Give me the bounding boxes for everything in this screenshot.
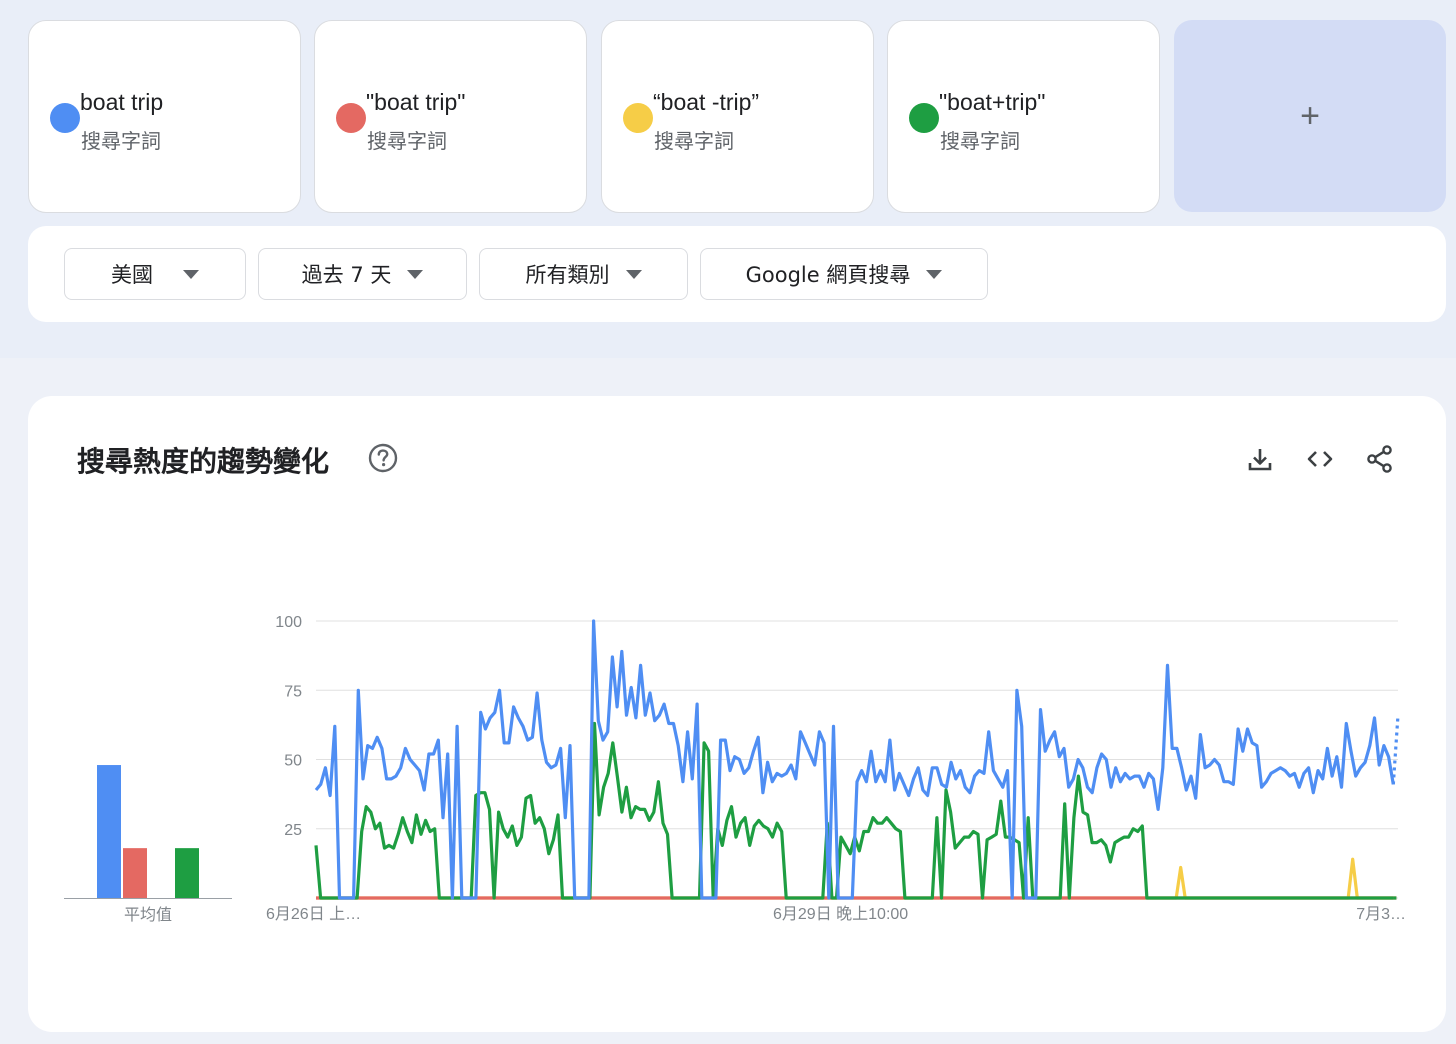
average-bar: [123, 848, 147, 898]
term-label: "boat+trip": [939, 89, 1046, 115]
term-type: 搜尋字詞: [367, 129, 447, 153]
y-axis-ticks: 100 75 50 25: [275, 614, 302, 839]
x-tick-label: 6月29日 晚上10:00: [773, 905, 908, 923]
region-dropdown[interactable]: 美國: [64, 248, 246, 300]
term-type: 搜尋字詞: [940, 129, 1020, 153]
term-type: 搜尋字詞: [654, 129, 734, 153]
caret-down-icon: [407, 269, 424, 279]
series-color-dot: [50, 103, 80, 133]
search-term-card-4[interactable]: "boat+trip" 搜尋字詞: [887, 20, 1160, 213]
region-value: 美國: [111, 263, 153, 287]
series-color-dot: [909, 103, 939, 133]
x-axis-ticks: 6月26日 上… 6月29日 晚上10:00 7月3…: [266, 905, 1406, 923]
search-term-card-3[interactable]: “boat -trip” 搜尋字詞: [601, 20, 874, 213]
series-color-dot: [623, 103, 653, 133]
caret-down-icon: [183, 269, 199, 279]
category-value: 所有類別: [525, 263, 610, 287]
average-bar-chart: 平均值: [64, 765, 232, 924]
term-label: “boat -trip”: [653, 89, 760, 115]
average-bar: [97, 765, 121, 898]
search-type-value: Google 網頁搜尋: [745, 263, 911, 287]
series-color-dot: [336, 103, 366, 133]
trend-chart: 100 75 50 25 平均值 6月26日 上… 6月29日 晚上10:00 7月3…: [64, 614, 1406, 924]
average-label: 平均值: [124, 906, 172, 924]
search-term-card-2[interactable]: "boat trip" 搜尋字詞: [314, 20, 587, 213]
caret-down-icon: [926, 269, 943, 279]
series-line-partial: [1391, 715, 1400, 785]
filter-bar: 美國 過去 7 天 所有類別 Google 網頁搜尋: [28, 226, 1446, 322]
interest-over-time-card: 搜尋熱度的趨勢變化 100 75 50 25 平均值 6月26日 上… 6月29日 晚上…: [28, 396, 1446, 1032]
plus-icon: +: [1300, 96, 1320, 135]
search-term-card-1[interactable]: boat trip 搜尋字詞: [28, 20, 301, 213]
x-tick-label: 7月3…: [1356, 906, 1406, 923]
caret-down-icon: [625, 269, 642, 279]
y-tick-label: 75: [284, 683, 302, 700]
time-range-dropdown[interactable]: 過去 7 天: [258, 248, 467, 300]
y-tick-label: 50: [284, 753, 302, 770]
search-type-dropdown[interactable]: Google 網頁搜尋: [700, 248, 988, 300]
add-comparison-button[interactable]: +: [1174, 20, 1446, 212]
y-tick-label: 100: [275, 614, 302, 631]
term-label: boat trip: [80, 89, 164, 115]
time-range-value: 過去 7 天: [301, 263, 392, 287]
term-label: "boat trip": [366, 89, 466, 115]
average-bar: [175, 848, 199, 898]
category-dropdown[interactable]: 所有類別: [479, 248, 688, 300]
term-type: 搜尋字詞: [81, 129, 161, 153]
x-tick-label: 6月26日 上…: [266, 905, 361, 923]
y-tick-label: 25: [284, 822, 302, 839]
